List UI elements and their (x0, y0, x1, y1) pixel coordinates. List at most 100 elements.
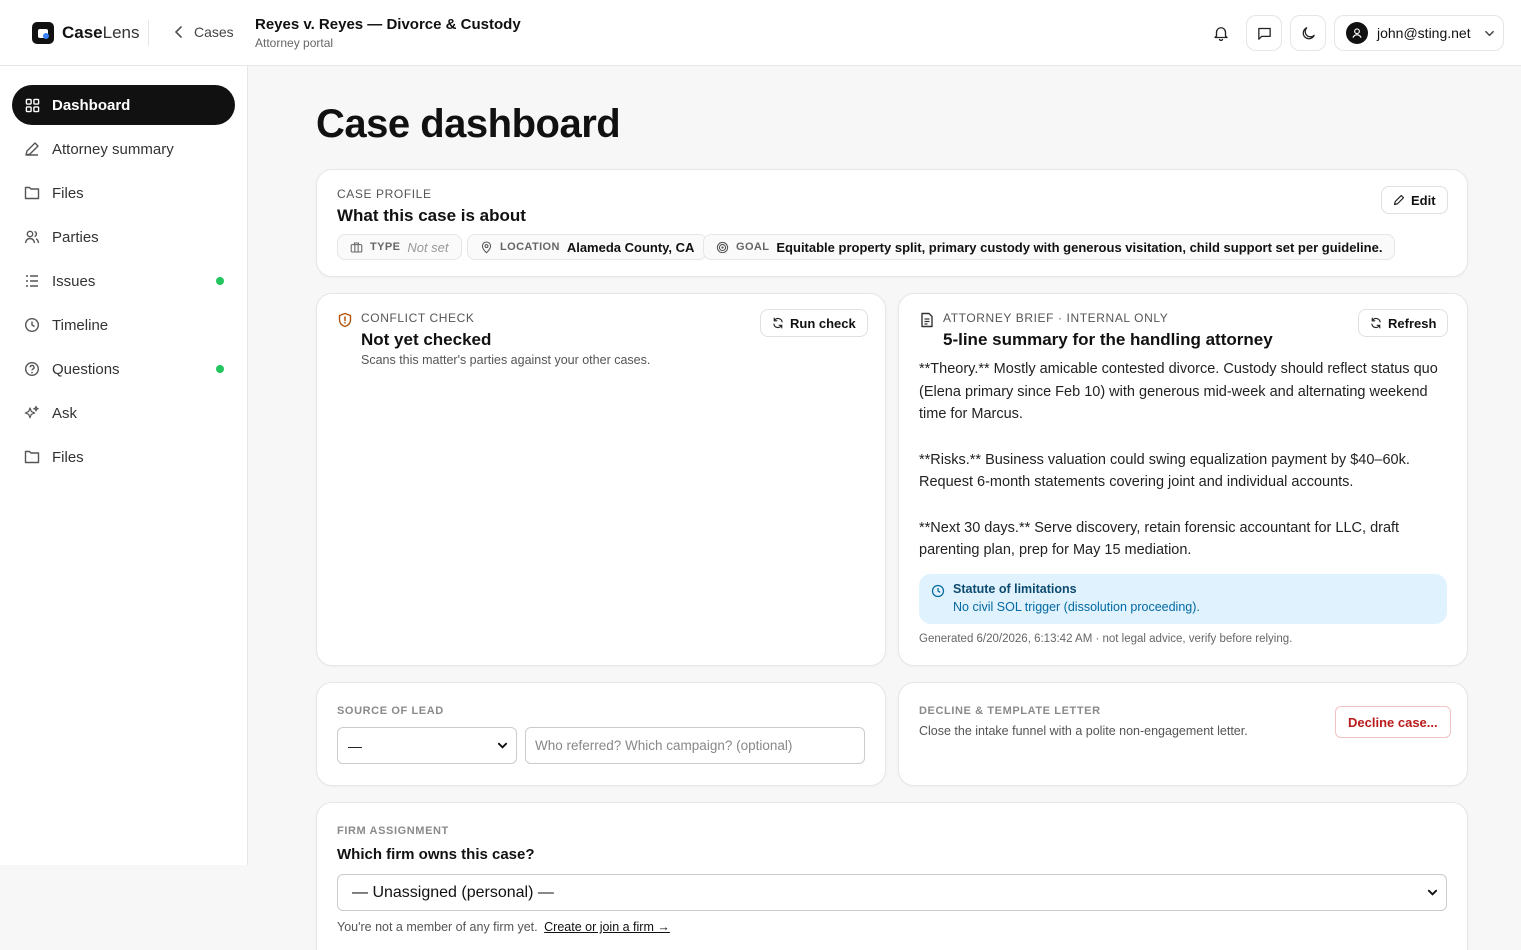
theme-toggle-button[interactable] (1290, 15, 1326, 51)
case-profile-eyebrow: Case profile (337, 187, 432, 201)
clock-icon (931, 584, 945, 598)
firm-membership-note: You're not a member of any firm yet. Cre… (337, 920, 670, 934)
map-pin-icon (481, 240, 492, 253)
folder-icon (24, 449, 40, 465)
case-type-chip[interactable]: TYPE Not set (337, 234, 462, 260)
location-value: Alameda County, CA (566, 239, 695, 255)
sidebar-item-label: Attorney summary (52, 140, 174, 158)
app-brand: CaseLens (62, 23, 140, 42)
help-circle-icon (24, 361, 40, 377)
sidebar-item-dashboard[interactable]: Dashboard (12, 85, 235, 125)
message-square-icon (1257, 27, 1271, 40)
sidebar-item-issues[interactable]: Issues (12, 261, 235, 301)
pencil-icon (1393, 194, 1405, 206)
location-chip[interactable]: LOCATION Alameda County, CA (467, 234, 708, 260)
source-of-lead-card: Source of lead — Who referred? Which cam… (316, 682, 886, 786)
sidebar-item-label: Parties (52, 228, 99, 246)
case-title: Reyes v. Reyes — Divorce & Custody (255, 16, 521, 33)
pen-icon (24, 141, 40, 157)
attorney-brief-text: **Theory.** Mostly amicable contested di… (919, 358, 1449, 585)
brief-risks: **Risks.** Business valuation could swin… (919, 451, 1410, 491)
sidebar-item-attorney-summary[interactable]: Attorney summary (12, 129, 235, 169)
chevron-down-icon (1427, 889, 1438, 896)
user-email: john@sting.net (1377, 25, 1471, 41)
location-key: LOCATION (500, 241, 560, 253)
target-icon (716, 241, 729, 253)
header-divider (148, 20, 149, 46)
edit-profile-button[interactable]: Edit (1381, 186, 1448, 214)
chevron-down-icon (1484, 30, 1494, 36)
back-link-label: Cases (194, 24, 234, 40)
messages-button[interactable] (1246, 15, 1282, 51)
user-menu-button[interactable]: john@sting.net (1334, 15, 1504, 51)
moon-icon (1302, 26, 1315, 39)
sidebar-item-label: Timeline (52, 316, 109, 334)
attorney-brief-eyebrow: Attorney brief · Internal only (943, 311, 1169, 325)
sparkles-icon (24, 405, 40, 421)
sidebar-item-files-2[interactable]: Files (12, 437, 235, 477)
sidebar-item-questions[interactable]: Questions (12, 349, 235, 389)
back-to-cases-link[interactable]: Cases (174, 24, 234, 40)
conflict-check-eyebrow: Conflict check (361, 311, 475, 325)
refresh-icon (1371, 317, 1381, 329)
decline-button-label: Decline case... (1348, 714, 1438, 730)
sidebar-item-timeline[interactable]: Timeline (12, 305, 235, 345)
lead-source-select[interactable]: — (337, 727, 517, 764)
chevron-down-icon (497, 742, 508, 749)
firm-assignment-eyebrow: Firm assignment (337, 825, 449, 837)
list-icon (24, 273, 40, 289)
sidebar-footer-area (0, 865, 248, 950)
folder-icon (24, 185, 40, 201)
firm-note-text: You're not a member of any firm yet. (337, 920, 538, 934)
sidebar-item-label: Questions (52, 360, 120, 378)
page-title: Case dashboard (316, 102, 621, 146)
sol-text: No civil SOL trigger (dissolution procee… (953, 600, 1200, 614)
notifications-button[interactable] (1207, 19, 1235, 47)
goal-chip[interactable]: GOAL Equitable property split, primary c… (703, 234, 1396, 260)
sidebar-item-files[interactable]: Files (12, 173, 235, 213)
type-value: Not set (407, 239, 449, 255)
goal-key: GOAL (736, 241, 770, 253)
case-profile-heading: What this case is about (337, 206, 526, 225)
sidebar-item-label: Dashboard (52, 96, 131, 114)
edit-button-label: Edit (1411, 192, 1436, 208)
referral-detail-input[interactable]: Who referred? Which campaign? (optional) (525, 727, 865, 764)
conflict-check-description: Scans this matter's parties against your… (361, 353, 651, 367)
run-check-label: Run check (790, 315, 856, 331)
attorney-brief-card: Attorney brief · Internal only 5-line su… (898, 293, 1468, 666)
app-logo[interactable]: CaseLens (32, 22, 140, 44)
logo-mark-icon (32, 22, 54, 44)
conflict-check-card: Conflict check Not yet checked Scans thi… (316, 293, 886, 666)
dashboard-icon (24, 97, 40, 113)
conflict-status: Not yet checked (361, 330, 492, 349)
decline-case-button[interactable]: Decline case... (1335, 706, 1451, 738)
firm-select[interactable]: — Unassigned (personal) — (337, 874, 1447, 911)
top-header: CaseLens Cases Reyes v. Reyes — Divorce … (0, 0, 1521, 66)
new-activity-dot (216, 365, 224, 373)
clock-icon (24, 317, 40, 333)
refresh-label: Refresh (1388, 315, 1437, 331)
case-profile-card: Case profile What this case is about Edi… (316, 169, 1468, 277)
firm-assignment-card: Firm assignment Which firm owns this cas… (316, 802, 1468, 950)
new-activity-dot (216, 277, 224, 285)
statute-of-limitations-notice: Statute of limitations No civil SOL trig… (919, 574, 1447, 624)
brief-theory: **Theory.** Mostly amicable contested di… (919, 361, 1438, 422)
run-check-button[interactable]: Run check (760, 309, 868, 337)
goal-value: Equitable property split, primary custod… (776, 239, 1383, 255)
create-or-join-firm-link[interactable]: Create or join a firm → (544, 920, 670, 934)
lead-source-value: — (348, 737, 362, 754)
chevron-left-icon (175, 26, 182, 38)
refresh-icon (773, 317, 783, 329)
bell-icon (1214, 27, 1228, 42)
main-content: Case dashboard Case profile What this ca… (248, 66, 1521, 950)
firm-select-value: — Unassigned (personal) — (352, 883, 554, 901)
sidebar-item-label: Files (52, 448, 84, 466)
case-subtitle: Attorney portal (255, 36, 334, 50)
sidebar-item-parties[interactable]: Parties (12, 217, 235, 257)
source-of-lead-eyebrow: Source of lead (337, 705, 444, 717)
sidebar-item-label: Ask (52, 404, 78, 422)
firm-assignment-question: Which firm owns this case? (337, 846, 535, 863)
refresh-brief-button[interactable]: Refresh (1358, 309, 1449, 337)
sidebar-item-label: Issues (52, 272, 96, 290)
sidebar-item-ask[interactable]: Ask (12, 393, 235, 433)
